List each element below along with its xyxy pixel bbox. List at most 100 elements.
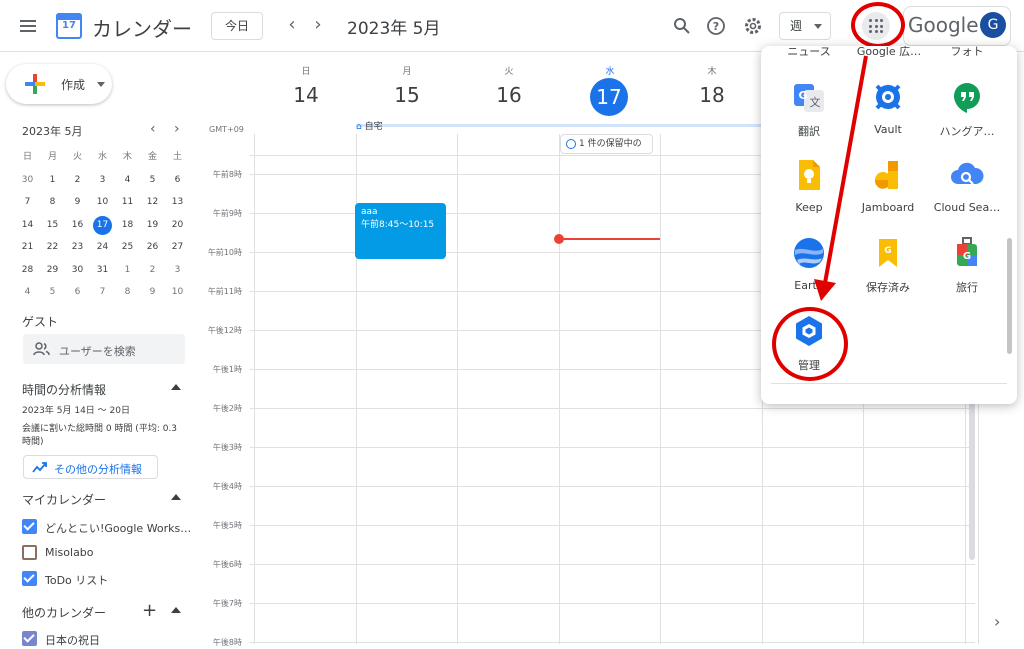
mini-day[interactable]: 1	[40, 169, 65, 192]
guest-search-input[interactable]: ユーザーを検索	[23, 334, 185, 364]
mini-day-number: 16	[71, 219, 84, 230]
create-button[interactable]: 作成	[6, 64, 112, 104]
mini-prev-month-button[interactable]: ‹	[150, 121, 156, 137]
hangouts-icon	[950, 80, 984, 114]
settings-gear-icon[interactable]	[741, 14, 765, 38]
app-translate[interactable]: G文 翻訳	[769, 80, 849, 139]
menu-scrollbar[interactable]	[1007, 238, 1012, 354]
mini-day[interactable]: 28	[15, 259, 40, 282]
mini-day[interactable]: 19	[140, 214, 165, 237]
mini-day[interactable]: 3	[90, 169, 115, 192]
mini-day[interactable]: 30	[65, 259, 90, 282]
more-analytics-button[interactable]: その他の分析情報	[23, 455, 158, 479]
mini-day[interactable]: 2	[65, 169, 90, 192]
mini-day[interactable]: 26	[140, 236, 165, 259]
mini-day[interactable]: 13	[165, 191, 190, 214]
mini-day[interactable]: 5	[140, 169, 165, 192]
mini-day[interactable]: 5	[40, 281, 65, 304]
chevron-up-icon[interactable]	[171, 494, 181, 500]
app-jamboard[interactable]: Jamboard	[848, 158, 928, 214]
mini-day-number: 21	[21, 242, 34, 252]
keep-icon	[792, 158, 826, 192]
mini-day[interactable]: 4	[115, 169, 140, 192]
mini-day[interactable]: 18	[115, 214, 140, 237]
working-location-bar	[356, 124, 766, 127]
mini-day[interactable]: 21	[15, 236, 40, 259]
mini-day[interactable]: 12	[140, 191, 165, 214]
mini-day[interactable]: 16	[65, 214, 90, 237]
app-hangouts[interactable]: ハングア…	[927, 80, 1007, 139]
account-avatar[interactable]: G	[980, 12, 1006, 38]
app-vault[interactable]: Vault	[848, 80, 928, 136]
mini-day[interactable]: 6	[165, 169, 190, 192]
day-header[interactable]: 木 18	[682, 64, 742, 107]
mini-day[interactable]: 15	[40, 214, 65, 237]
home-icon: ⌂	[356, 122, 362, 132]
app-cloud-search[interactable]: Cloud Sea…	[927, 158, 1007, 214]
mini-day[interactable]: 4	[15, 281, 40, 304]
main-menu-button[interactable]	[16, 14, 40, 38]
app-keep[interactable]: Keep	[769, 158, 849, 214]
mini-day[interactable]: 2	[140, 259, 165, 282]
chevron-down-icon	[814, 24, 822, 29]
chevron-up-icon[interactable]	[171, 384, 181, 390]
mini-day-today[interactable]: 17	[90, 214, 115, 237]
add-calendar-plus-icon[interactable]: +	[142, 600, 157, 621]
mini-day[interactable]: 7	[90, 281, 115, 304]
day-number: 18	[699, 83, 725, 107]
mini-day[interactable]: 10	[165, 281, 190, 304]
day-header-today[interactable]: 水	[580, 64, 640, 77]
mini-day[interactable]: 8	[115, 281, 140, 304]
mini-day-number: 1	[124, 264, 131, 275]
app-saved[interactable]: G 保存済み	[848, 236, 928, 295]
mini-day[interactable]: 24	[90, 236, 115, 259]
mini-day[interactable]: 6	[65, 281, 90, 304]
working-location-chip[interactable]: ⌂ 自宅	[356, 119, 383, 132]
mini-day[interactable]: 14	[15, 214, 40, 237]
help-icon[interactable]: ?	[704, 14, 728, 38]
checkbox[interactable]	[22, 545, 37, 560]
pending-events-chip[interactable]: 1 件の保留中の	[560, 134, 653, 154]
day-header[interactable]: 月 15	[377, 64, 437, 107]
annotation-circle-admin	[772, 307, 848, 381]
mini-day[interactable]: 1	[115, 259, 140, 282]
hour-gridline	[250, 447, 975, 448]
checkbox[interactable]	[22, 571, 37, 586]
next-week-button[interactable]: ›	[308, 14, 328, 38]
app-label-cut[interactable]: Google 広…	[849, 46, 929, 59]
today-button[interactable]: 今日	[211, 12, 263, 40]
mini-day[interactable]: 30	[15, 169, 40, 192]
previous-week-button[interactable]: ‹	[282, 14, 302, 38]
app-label-cut[interactable]: フォト	[927, 46, 1007, 59]
view-selector[interactable]: 週	[779, 12, 831, 40]
mini-day[interactable]: 10	[90, 191, 115, 214]
mini-day[interactable]: 20	[165, 214, 190, 237]
mini-day[interactable]: 31	[90, 259, 115, 282]
checkbox[interactable]	[22, 519, 37, 534]
mini-day[interactable]: 8	[40, 191, 65, 214]
app-earth[interactable]: Earth	[769, 236, 849, 292]
app-travel[interactable]: G 旅行	[927, 236, 1007, 295]
mini-weekday: 日	[22, 152, 32, 162]
expand-side-panel-chevron-icon[interactable]: ›	[994, 612, 1000, 631]
day-header[interactable]: 火 16	[479, 64, 539, 107]
mini-day[interactable]: 9	[140, 281, 165, 304]
today-date-circle[interactable]: 17	[590, 78, 628, 116]
mini-next-month-button[interactable]: ›	[174, 121, 180, 137]
calendar-event[interactable]: aaa 午前8:45〜10:15	[355, 203, 446, 259]
mini-day[interactable]: 23	[65, 236, 90, 259]
mini-day[interactable]: 3	[165, 259, 190, 282]
mini-day[interactable]: 29	[40, 259, 65, 282]
mini-day-number: 8	[124, 287, 131, 297]
mini-day[interactable]: 7	[15, 191, 40, 214]
day-header[interactable]: 日 14	[276, 64, 336, 107]
mini-day-number: 1	[49, 174, 56, 185]
mini-day[interactable]: 11	[115, 191, 140, 214]
search-icon[interactable]	[670, 14, 694, 38]
mini-day[interactable]: 22	[40, 236, 65, 259]
mini-day[interactable]: 9	[65, 191, 90, 214]
chevron-up-icon[interactable]	[171, 607, 181, 613]
mini-day[interactable]: 25	[115, 236, 140, 259]
mini-day[interactable]: 27	[165, 236, 190, 259]
app-label-cut[interactable]: ニュース	[769, 46, 849, 59]
